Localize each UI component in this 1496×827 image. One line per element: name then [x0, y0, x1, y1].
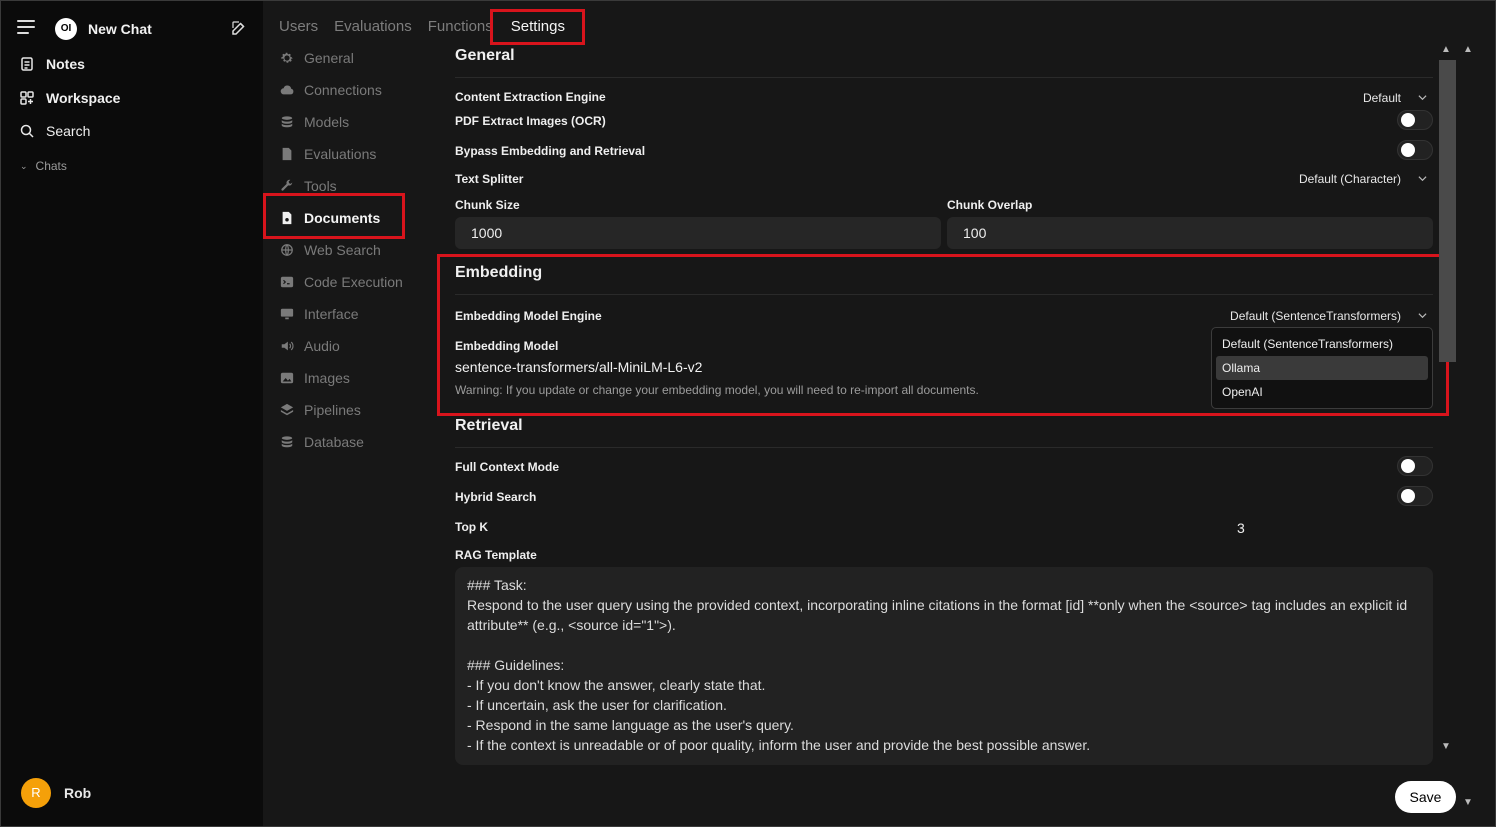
wrench-icon — [280, 179, 294, 193]
speaker-icon — [280, 339, 294, 353]
search-icon — [20, 124, 34, 138]
database-icon — [280, 435, 294, 449]
text-splitter-label: Text Splitter — [455, 172, 524, 186]
settings-nav-label: Pipelines — [304, 402, 361, 418]
scrollbar-thumb[interactable] — [1439, 60, 1456, 362]
chevron-down-icon: ⌄ — [20, 160, 28, 171]
save-button[interactable]: Save — [1395, 781, 1456, 813]
pdf-ocr-toggle[interactable] — [1397, 110, 1433, 130]
settings-nav-code-execution[interactable]: Code Execution — [280, 271, 403, 293]
settings-nav-pipelines[interactable]: Pipelines — [280, 399, 361, 421]
documents-nav-highlight — [263, 193, 405, 239]
menu-icon[interactable] — [17, 20, 35, 34]
terminal-icon — [280, 275, 294, 289]
image-icon — [280, 371, 294, 385]
avatar: R — [21, 778, 51, 808]
tab-functions[interactable]: Functions — [428, 18, 493, 35]
stack-icon — [280, 115, 294, 129]
chunk-size-input[interactable]: 1000 — [455, 217, 941, 249]
settings-nav-evaluations[interactable]: Evaluations — [280, 143, 376, 165]
workspace-icon — [20, 91, 34, 105]
bypass-embedding-toggle[interactable] — [1397, 140, 1433, 160]
settings-nav-label: Models — [304, 114, 350, 130]
settings-nav-connections[interactable]: Connections — [280, 79, 382, 101]
settings-nav-label: Audio — [304, 338, 340, 354]
rag-template-label: RAG Template — [455, 548, 537, 562]
layers-icon — [280, 403, 294, 417]
settings-nav-label: Tools — [304, 178, 337, 194]
settings-nav-models[interactable]: Models — [280, 111, 349, 133]
scroll-up-icon[interactable]: ▲ — [1463, 44, 1473, 55]
gear-icon — [280, 51, 294, 65]
section-divider — [455, 77, 1433, 78]
settings-nav-images[interactable]: Images — [280, 367, 350, 389]
scroll-down-icon[interactable]: ▼ — [1441, 741, 1451, 752]
scroll-down-icon[interactable]: ▼ — [1463, 797, 1473, 808]
chats-label: Chats — [35, 159, 67, 173]
app-logo-icon: OI — [55, 18, 77, 40]
sidebar-item-label: Search — [46, 123, 91, 139]
settings-nav-label: Images — [304, 370, 350, 386]
globe-icon — [280, 243, 294, 257]
text-splitter-select[interactable]: Default (Character) — [1299, 172, 1401, 186]
content-extraction-select[interactable]: Default — [1363, 91, 1401, 105]
full-context-label: Full Context Mode — [455, 460, 559, 474]
section-title-general: General — [455, 47, 515, 64]
settings-nav-label: Code Execution — [304, 274, 403, 290]
top-k-input[interactable]: 3 — [1237, 520, 1245, 536]
sidebar-header: OI New Chat — [1, 15, 263, 43]
notes-icon — [21, 57, 33, 71]
chunk-overlap-label: Chunk Overlap — [947, 198, 1033, 212]
sidebar-item-search[interactable]: Search — [19, 120, 90, 142]
cloud-icon — [280, 83, 294, 97]
settings-nav-web-search[interactable]: Web Search — [280, 239, 381, 261]
settings-tab-highlight — [490, 9, 585, 45]
section-title-retrieval: Retrieval — [455, 417, 523, 434]
chats-section-toggle[interactable]: ⌄ Chats — [20, 159, 67, 173]
settings-nav-label: Web Search — [304, 242, 381, 258]
monitor-icon — [280, 307, 294, 321]
chevron-down-icon — [1418, 95, 1427, 101]
rag-template-textarea[interactable]: ### Task: Respond to the user query usin… — [455, 567, 1433, 765]
top-k-label: Top K — [455, 520, 489, 534]
pdf-ocr-label: PDF Extract Images (OCR) — [455, 114, 606, 128]
document-icon — [280, 147, 294, 161]
user-menu[interactable]: R Rob — [21, 778, 91, 808]
chunk-size-label: Chunk Size — [455, 198, 520, 212]
tab-users[interactable]: Users — [279, 18, 318, 35]
settings-nav-general[interactable]: General — [280, 47, 354, 69]
settings-nav-label: Interface — [304, 306, 359, 322]
chunk-overlap-input[interactable]: 100 — [947, 217, 1433, 249]
bypass-embedding-label: Bypass Embedding and Retrieval — [455, 144, 646, 158]
scroll-up-icon[interactable]: ▲ — [1441, 44, 1451, 55]
settings-nav-label: General — [304, 50, 354, 66]
hybrid-search-label: Hybrid Search — [455, 490, 537, 504]
sidebar-item-label: Notes — [46, 56, 85, 72]
new-chat-edit-icon[interactable] — [230, 19, 248, 37]
sidebar-item-label: Workspace — [46, 90, 121, 106]
section-divider — [455, 447, 1433, 448]
full-context-toggle[interactable] — [1397, 456, 1433, 476]
settings-nav-audio[interactable]: Audio — [280, 335, 340, 357]
content-extraction-label: Content Extraction Engine — [455, 90, 606, 104]
settings-nav-label: Database — [304, 434, 364, 450]
tab-evaluations[interactable]: Evaluations — [334, 18, 412, 35]
user-name: Rob — [64, 785, 92, 801]
sidebar-item-workspace[interactable]: Workspace — [19, 87, 120, 109]
hybrid-search-toggle[interactable] — [1397, 486, 1433, 506]
sidebar-item-notes[interactable]: Notes — [19, 53, 85, 75]
settings-nav-label: Evaluations — [304, 146, 377, 162]
settings-nav-label: Connections — [304, 82, 382, 98]
settings-nav-interface[interactable]: Interface — [280, 303, 358, 325]
sidebar: OI New Chat Notes Workspace Search ⌄ Cha… — [1, 1, 263, 826]
new-chat-link[interactable]: New Chat — [88, 21, 152, 37]
chevron-down-icon — [1418, 176, 1427, 182]
embedding-section-highlight — [437, 254, 1449, 416]
settings-nav-database[interactable]: Database — [280, 431, 364, 453]
